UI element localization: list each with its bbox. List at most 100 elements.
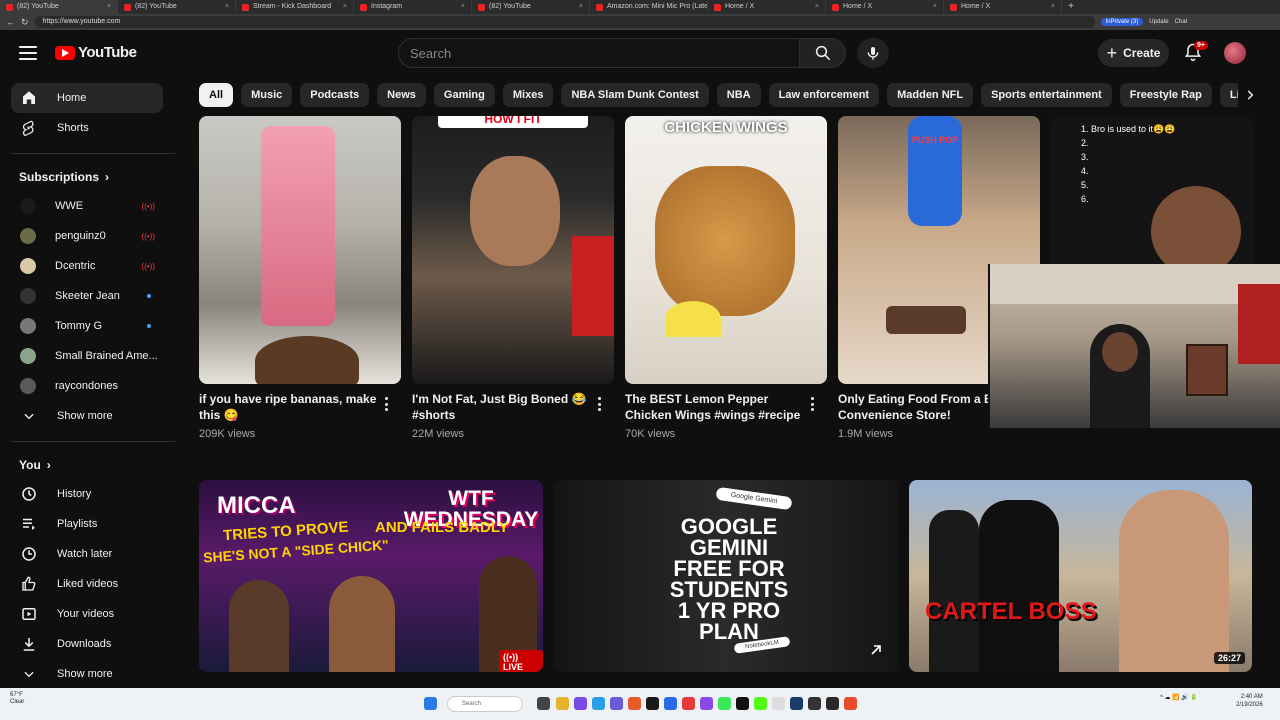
filter-chip[interactable]: Freestyle Rap [1119, 83, 1212, 107]
filter-chip[interactable]: Sports entertainment [981, 83, 1112, 107]
filter-chip[interactable]: Mixes [502, 83, 554, 107]
subscription-item[interactable]: Skeeter Jean [11, 281, 163, 311]
youtube-logo[interactable]: YouTube [55, 44, 137, 61]
new-tab-icon[interactable]: + [1062, 0, 1080, 14]
subscription-item[interactable]: raycondones [11, 371, 163, 401]
subscription-item[interactable]: penguinz0 ((•)) [11, 221, 163, 251]
search-input[interactable] [398, 38, 800, 68]
filter-chip[interactable]: Gaming [433, 83, 495, 107]
sidebar-item-home[interactable]: Home [11, 83, 163, 113]
browser-tab[interactable]: Amazon.com: Mini Mic Pro (Latest)× [590, 0, 708, 14]
sidebar-item-history[interactable]: History [11, 479, 163, 509]
weather-widget[interactable]: 67°F Clear [10, 692, 24, 706]
subscriptions-show-more[interactable]: Show more [11, 401, 163, 431]
filter-chip[interactable]: All [199, 83, 234, 107]
browser-tab[interactable]: (82) YouTube × [0, 0, 118, 14]
app-icon[interactable] [772, 697, 785, 710]
teams-icon[interactable] [610, 697, 623, 710]
video-thumbnail[interactable]: MICCA WTF WEDNESDAY TRIES TO PROVE AND F… [199, 480, 543, 672]
you-show-more[interactable]: Show more [11, 659, 163, 688]
tab-close-icon[interactable]: × [107, 0, 111, 14]
app-icon[interactable] [700, 697, 713, 710]
tab-close-icon[interactable]: × [343, 0, 347, 14]
inprivate-badge[interactable]: InPrivate (3) [1100, 18, 1144, 26]
windows-start-icon[interactable] [424, 697, 437, 710]
show-more-label: Show more [57, 410, 113, 422]
tab-close-icon[interactable]: × [815, 0, 819, 14]
short-thumbnail[interactable] [199, 116, 401, 384]
short-title[interactable]: I'm Not Fat, Just Big Boned 😂 #shorts [412, 391, 592, 423]
voice-search-button[interactable] [857, 38, 889, 68]
account-avatar[interactable] [1224, 42, 1246, 64]
subscription-item[interactable]: WWE ((•)) [11, 191, 163, 221]
subscription-item[interactable]: Dcentric ((•)) [11, 251, 163, 281]
taskbar-search[interactable]: Search [447, 696, 523, 712]
refresh-icon[interactable]: ↻ [21, 17, 29, 28]
chrome-icon[interactable] [844, 697, 857, 710]
file-explorer-icon[interactable] [556, 697, 569, 710]
filter-chip[interactable]: News [377, 83, 426, 107]
app-icon[interactable] [682, 697, 695, 710]
filter-chip[interactable]: Music [241, 83, 293, 107]
more-actions-icon[interactable] [598, 397, 602, 411]
hamburger-menu-icon[interactable] [19, 46, 37, 60]
tab-close-icon[interactable]: × [933, 0, 937, 14]
app-icon[interactable] [664, 697, 677, 710]
copilot-chat-button[interactable]: Chat [1175, 19, 1188, 25]
taskbar-clock[interactable]: 2:40 AM 2/19/2026 [1236, 693, 1263, 709]
short-title[interactable]: The BEST Lemon Pepper Chicken Wings #wing… [625, 391, 805, 423]
browser-tab[interactable]: Home / X × [826, 0, 944, 14]
tab-close-icon[interactable]: × [1051, 0, 1055, 14]
search-button[interactable] [800, 38, 846, 68]
system-tray[interactable]: ^ ☁ 📶 🔊 🔋 [1160, 694, 1198, 701]
video-thumbnail[interactable]: Google Gemini GOOGLE GEMINI FREE FOR STUDEN… [554, 480, 898, 672]
browser-tab[interactable]: (82) YouTube × [118, 0, 236, 14]
short-title[interactable]: if you have ripe bananas, make this 😋 [199, 391, 379, 423]
browser-tab[interactable]: Home / X × [944, 0, 1062, 14]
browser-tab[interactable]: (82) YouTube × [472, 0, 590, 14]
tab-close-icon[interactable]: × [225, 0, 229, 14]
more-actions-icon[interactable] [385, 397, 389, 411]
sidebar-item-watch-later[interactable]: Watch later [11, 539, 163, 569]
app-icon[interactable] [646, 697, 659, 710]
steam-icon[interactable] [790, 697, 803, 710]
url-field[interactable]: https://www.youtube.com [34, 16, 1095, 28]
filter-chip[interactable]: Madden NFL [887, 83, 974, 107]
browser-tab[interactable]: Stream - Kick Dashboard × [236, 0, 354, 14]
filter-chip[interactable]: Podcasts [300, 83, 370, 107]
sidebar-item-liked-videos[interactable]: Liked videos [11, 569, 163, 599]
you-heading[interactable]: You › [19, 458, 51, 472]
browser-tab[interactable]: Home / X × [708, 0, 826, 14]
app-icon[interactable] [718, 697, 731, 710]
tab-close-icon[interactable]: × [461, 0, 465, 14]
app-icon[interactable] [808, 697, 821, 710]
back-icon[interactable]: ← [6, 17, 15, 27]
sidebar-item-playlists[interactable]: Playlists [11, 509, 163, 539]
sidebar-item-downloads[interactable]: Downloads [11, 629, 163, 659]
subscription-item[interactable]: Small Brained Ame... [11, 341, 163, 371]
kick-icon[interactable] [754, 697, 767, 710]
sidebar-item-your-videos[interactable]: Your videos [11, 599, 163, 629]
filter-chip[interactable]: NBA [716, 83, 761, 107]
short-thumbnail[interactable]: HOW I FIT [412, 116, 614, 384]
short-thumbnail[interactable]: CHICKEN WINGS [625, 116, 827, 384]
task-view-icon[interactable] [537, 697, 550, 710]
browser-tab[interactable]: Instagram × [354, 0, 472, 14]
app-icon[interactable] [574, 697, 587, 710]
subscription-item[interactable]: Tommy G [11, 311, 163, 341]
obs-icon[interactable] [826, 697, 839, 710]
sidebar-item-shorts[interactable]: Shorts [11, 113, 163, 143]
app-icon[interactable] [736, 697, 749, 710]
tab-close-icon[interactable]: × [579, 0, 583, 14]
chip-scroll-right-button[interactable] [1238, 83, 1262, 107]
update-button[interactable]: Update [1149, 19, 1168, 25]
short-title[interactable]: Only Eating Food From a Brit Convenience … [838, 391, 998, 423]
more-actions-icon[interactable] [811, 397, 815, 411]
edge-icon[interactable] [592, 697, 605, 710]
subscriptions-heading[interactable]: Subscriptions › [19, 170, 109, 184]
create-button[interactable]: + Create [1098, 39, 1169, 67]
filter-chip[interactable]: NBA Slam Dunk Contest [561, 83, 709, 107]
video-thumbnail[interactable]: CARTEL BOSS 26:27 [909, 480, 1252, 672]
filter-chip[interactable]: Law enforcement [768, 83, 880, 107]
app-icon[interactable] [628, 697, 641, 710]
